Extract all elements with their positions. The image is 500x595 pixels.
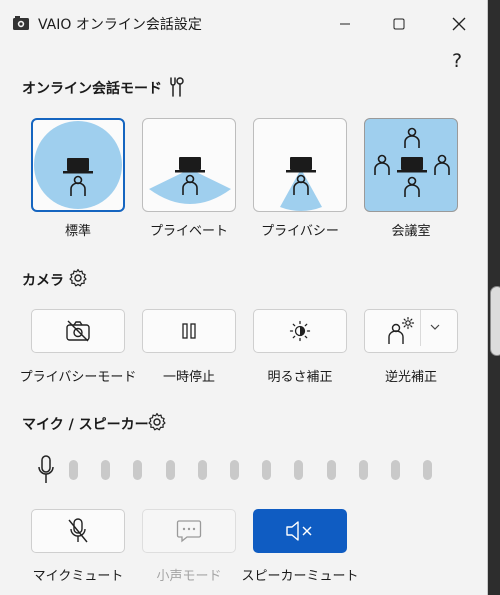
mode-meeting-room-card[interactable] xyxy=(364,118,458,212)
mode-private-card[interactable] xyxy=(142,118,236,212)
microphone-icon xyxy=(38,455,54,483)
mic-level-segment xyxy=(358,460,368,480)
backlight-icon xyxy=(388,317,415,344)
standard-mode-icon xyxy=(34,121,122,209)
window-title: VAIO オンライン会話設定 xyxy=(38,17,202,33)
audio-section-title: マイク / スピーカー xyxy=(22,417,149,433)
mode-privacy-label: プライバシー xyxy=(261,224,339,239)
camera-off-icon xyxy=(66,320,90,342)
maximize-button[interactable] xyxy=(376,8,422,40)
mic-level-segment xyxy=(69,460,78,480)
whisper-mode-button[interactable] xyxy=(142,509,236,553)
mic-mute-label: マイクミュート xyxy=(32,569,124,584)
whisper-icon xyxy=(176,520,202,543)
background-window-edge xyxy=(490,286,500,356)
close-button[interactable] xyxy=(436,8,482,40)
mode-private-label: プライベート xyxy=(149,224,228,239)
tools-icon[interactable] xyxy=(166,76,186,98)
mic-level-segment xyxy=(133,460,143,480)
meeting-room-mode-icon xyxy=(374,127,450,197)
mic-level-segment xyxy=(326,460,336,480)
title-bar: VAIO オンライン会話設定 xyxy=(0,0,488,46)
minimize-icon xyxy=(340,23,350,25)
whisper-mode-label: 小声モード xyxy=(156,569,222,584)
gear-icon[interactable] xyxy=(68,268,88,288)
mic-level-segment xyxy=(165,460,175,480)
brightness-icon xyxy=(289,320,311,342)
mode-standard-label: 標準 xyxy=(64,224,91,239)
help-button[interactable]: ? xyxy=(452,50,462,72)
backlight-button[interactable] xyxy=(364,309,458,353)
mic-level-segment xyxy=(230,460,239,480)
backlight-label: 逆光補正 xyxy=(384,370,437,385)
app-window: VAIO オンライン会話設定 ? オンライン会話モード 標準 プライベート プラ… xyxy=(0,0,488,595)
minimize-button[interactable] xyxy=(322,8,368,40)
private-mode-icon xyxy=(149,157,231,204)
mic-mute-button[interactable] xyxy=(31,509,125,553)
chevron-down-icon[interactable] xyxy=(429,322,441,332)
mode-meeting-room-label: 会議室 xyxy=(391,224,431,239)
mic-level-segment xyxy=(391,460,400,480)
app-icon xyxy=(13,16,29,30)
pause-label: 一時停止 xyxy=(162,370,215,385)
mic-level-segment xyxy=(262,460,272,480)
speaker-mute-icon xyxy=(286,521,312,541)
mic-mute-icon xyxy=(68,518,88,543)
mode-section-title: オンライン会話モード xyxy=(22,81,162,97)
mic-level-segment xyxy=(197,460,207,480)
audio-gear-icon[interactable] xyxy=(147,412,167,432)
maximize-icon xyxy=(393,18,405,30)
mic-level-segment xyxy=(423,460,433,480)
brightness-label: 明るさ補正 xyxy=(267,370,333,385)
camera-section-title: カメラ xyxy=(22,273,64,289)
mode-standard-card[interactable] xyxy=(31,118,125,212)
close-icon xyxy=(452,17,466,31)
pause-icon xyxy=(182,323,196,339)
mic-level-segment xyxy=(101,460,111,480)
speaker-mute-label: スピーカーミュート xyxy=(241,569,359,584)
mic-level-segment xyxy=(294,460,304,480)
backlight-split-divider xyxy=(420,310,421,346)
mode-privacy-card[interactable] xyxy=(253,118,347,212)
pause-button[interactable] xyxy=(142,309,236,353)
camera-privacy-mode-button[interactable] xyxy=(31,309,125,353)
speaker-mute-button[interactable] xyxy=(253,509,347,553)
privacy-mode-icon xyxy=(280,157,322,211)
camera-privacy-mode-label: プライバシーモード xyxy=(19,370,137,385)
brightness-button[interactable] xyxy=(253,309,347,353)
